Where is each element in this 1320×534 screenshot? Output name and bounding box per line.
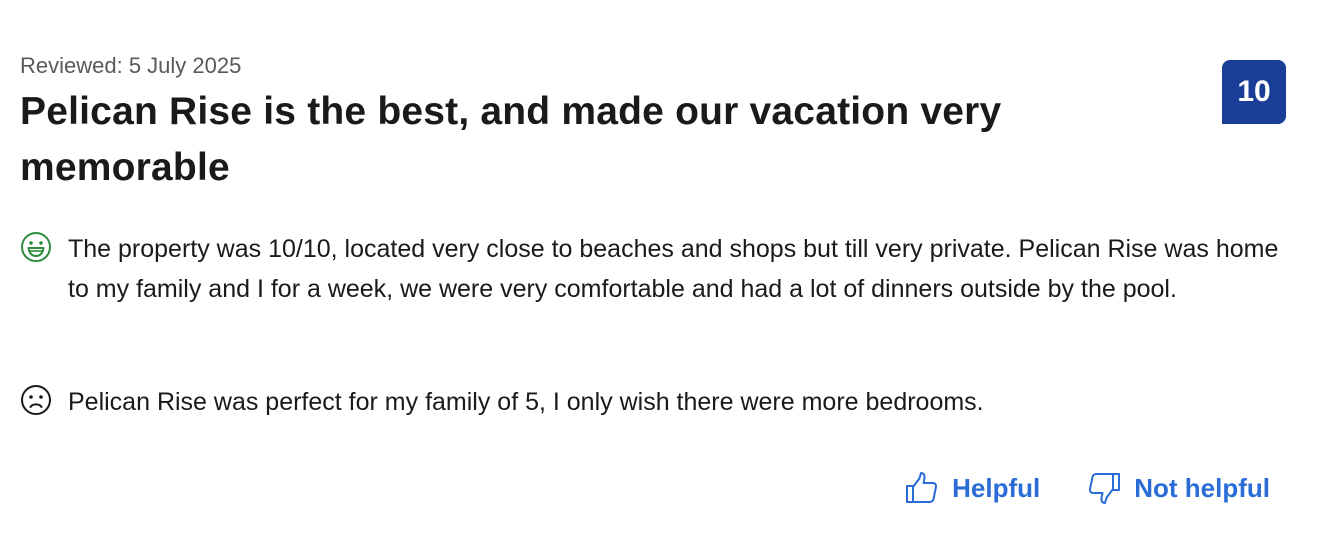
review-title: Pelican Rise is the best, and made our v… [20, 90, 1002, 189]
helpful-button[interactable]: Helpful [904, 470, 1040, 506]
review-actions: Helpful Not helpful [904, 470, 1270, 506]
score-badge: 10 [1222, 60, 1286, 124]
smile-icon [21, 232, 51, 262]
review-card: Reviewed: 5 July 2025 Pelican Rise is th… [0, 0, 1320, 534]
not-helpful-label: Not helpful [1134, 472, 1270, 503]
negative-comment-text: Pelican Rise was perfect for my family o… [68, 388, 984, 416]
reviewed-date: Reviewed: 5 July 2025 [20, 53, 242, 78]
negative-comment: Pelican Rise was perfect for my family o… [20, 382, 1290, 422]
thumbs-down-icon [1089, 473, 1121, 504]
positive-comment-text: The property was 10/10, located very clo… [68, 235, 1279, 303]
not-helpful-button[interactable]: Not helpful [1086, 470, 1270, 506]
thumbs-up-icon [906, 472, 938, 503]
positive-comment: The property was 10/10, located very clo… [20, 229, 1290, 309]
helpful-label: Helpful [952, 472, 1041, 503]
frown-icon [21, 385, 51, 415]
